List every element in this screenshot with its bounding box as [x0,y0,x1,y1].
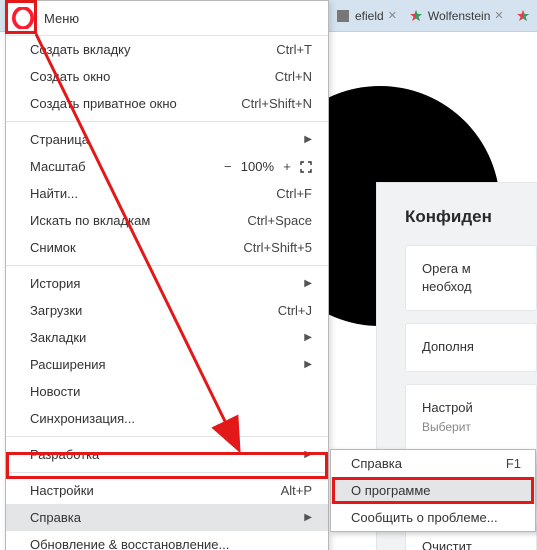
submenu-report[interactable]: Сообщить о проблеме... [331,504,535,531]
menu-label: Расширения [30,357,294,372]
tab-other[interactable] [510,2,535,30]
tab-icon [336,9,350,23]
tab-wolfenstein[interactable]: Wolfenstein ✕ [403,2,510,30]
card-text: Opera м [422,260,520,278]
menu-create-window[interactable]: Создать окно Ctrl+N [6,63,328,90]
menu-downloads[interactable]: Загрузки Ctrl+J [6,297,328,324]
chevron-right-icon: ▶ [304,449,312,460]
menu-label: Искать по вкладкам [30,213,237,228]
tab-label: Wolfenstein [428,9,490,23]
menu-label: Сообщить о проблеме... [351,510,521,525]
opera-icon[interactable] [8,3,38,33]
menu-shortcut: Ctrl+J [278,303,312,318]
menu-title: Меню [44,11,79,26]
card-text: Очистит [422,539,472,550]
menu-label: Обновление & восстановление... [30,537,312,550]
card-text: Настрой [422,399,520,417]
menu-create-tab[interactable]: Создать вкладку Ctrl+T [6,36,328,63]
tab-battlefield[interactable]: efield ✕ [330,2,403,30]
zoom-in-button[interactable]: + [280,159,294,174]
menu-label: Справка [351,456,496,471]
star-icon [516,9,530,23]
menu-label: Разработка [30,447,294,462]
menu-label: О программе [351,483,521,498]
menu-shortcut: Alt+P [281,483,312,498]
card-text: необход [422,278,520,296]
menu-sync[interactable]: Синхронизация... [6,405,328,432]
menu-developer[interactable]: Разработка ▶ [6,441,328,468]
menu-find-tabs[interactable]: Искать по вкладкам Ctrl+Space [6,207,328,234]
menu-extensions[interactable]: Расширения ▶ [6,351,328,378]
star-icon [409,9,423,23]
side-card[interactable]: Opera м необход [405,245,537,311]
help-submenu: Справка F1 О программе Сообщить о пробле… [330,449,536,532]
menu-news[interactable]: Новости [6,378,328,405]
menu-label: Снимок [30,240,233,255]
chevron-right-icon: ▶ [304,512,312,523]
menu-update[interactable]: Обновление & восстановление... [6,531,328,550]
menu-header: Меню [6,1,328,36]
chevron-right-icon: ▶ [304,278,312,289]
side-card[interactable]: Дополня [405,323,537,371]
menu-bookmarks[interactable]: Закладки ▶ [6,324,328,351]
menu-shortcut: Ctrl+T [276,42,312,57]
menu-label: Закладки [30,330,294,345]
menu-shortcut: Ctrl+F [276,186,312,201]
main-menu: Меню Создать вкладку Ctrl+T Создать окно… [5,0,329,550]
separator [6,436,328,437]
menu-history[interactable]: История ▶ [6,270,328,297]
menu-shortcut: Ctrl+Shift+N [241,96,312,111]
side-title: Конфиден [405,207,537,227]
tab-label: efield [355,9,384,23]
submenu-help[interactable]: Справка F1 [331,450,535,477]
menu-label: Создать вкладку [30,42,266,57]
submenu-about[interactable]: О программе [331,477,535,504]
separator [6,121,328,122]
menu-label: Страница [30,132,294,147]
menu-label: Справка [30,510,294,525]
menu-shortcut: Ctrl+Space [247,213,312,228]
zoom-value: 100% [241,159,274,174]
card-subtext: Выберит [422,419,520,436]
zoom-out-button[interactable]: − [221,159,235,174]
separator [6,265,328,266]
fullscreen-icon[interactable] [300,161,312,173]
menu-settings[interactable]: Настройки Alt+P [6,477,328,504]
menu-shortcut: Ctrl+N [275,69,312,84]
menu-label: Создать приватное окно [30,96,231,111]
menu-label: Найти... [30,186,266,201]
chevron-right-icon: ▶ [304,359,312,370]
menu-label: Создать окно [30,69,265,84]
menu-label: Настройки [30,483,271,498]
card-text: Дополня [422,339,474,354]
menu-help[interactable]: Справка ▶ [6,504,328,531]
menu-label: Загрузки [30,303,268,318]
menu-label: Масштаб [30,159,221,174]
chevron-right-icon: ▶ [304,134,312,145]
menu-shortcut: F1 [506,456,521,471]
menu-page[interactable]: Страница ▶ [6,126,328,153]
menu-shortcut: Ctrl+Shift+5 [243,240,312,255]
menu-create-private[interactable]: Создать приватное окно Ctrl+Shift+N [6,90,328,117]
separator [6,472,328,473]
close-icon[interactable]: ✕ [388,9,397,22]
menu-label: Новости [30,384,312,399]
menu-label: Синхронизация... [30,411,312,426]
menu-label: История [30,276,294,291]
chevron-right-icon: ▶ [304,332,312,343]
close-icon[interactable]: ✕ [494,9,503,22]
menu-zoom[interactable]: Масштаб − 100% + [6,153,328,180]
menu-find[interactable]: Найти... Ctrl+F [6,180,328,207]
side-card[interactable]: Настрой Выберит [405,384,537,451]
menu-snapshot[interactable]: Снимок Ctrl+Shift+5 [6,234,328,261]
